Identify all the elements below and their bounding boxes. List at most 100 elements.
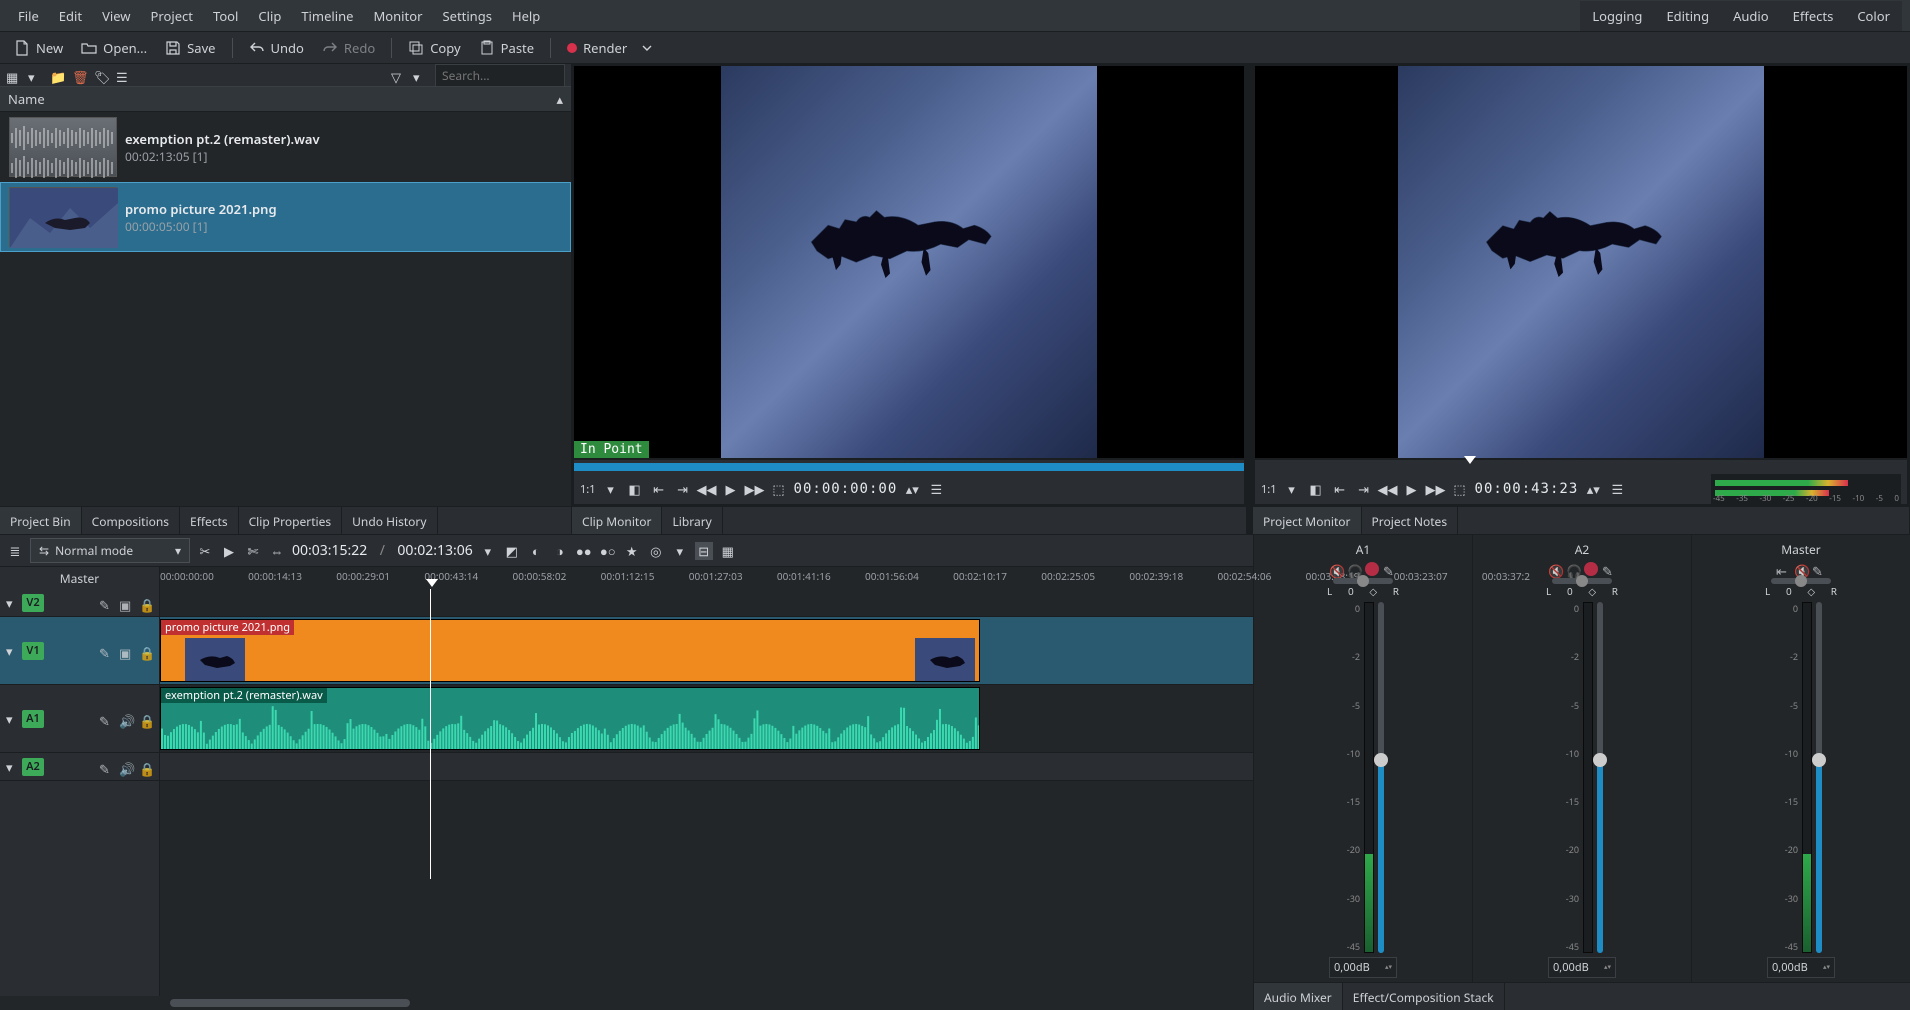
expand-icon[interactable]: ▾ [6,710,18,728]
visible-icon[interactable]: ▣ [119,596,133,610]
rewind-icon[interactable]: ◀◀ [698,480,716,498]
record-icon[interactable] [1584,562,1598,576]
tab-effect-stack[interactable]: Effect/Composition Stack [1343,983,1505,1010]
mute-icon[interactable]: 🔇 [1548,562,1562,576]
set-in-icon[interactable]: ◧ [626,480,644,498]
tab-compositions[interactable]: Compositions [82,507,180,534]
track-label-v1[interactable]: V1 [22,642,44,660]
tab-library[interactable]: Library [662,507,722,534]
menu-project[interactable]: Project [141,1,203,31]
lock-icon[interactable]: 🔒 [139,712,153,726]
spinner-icon[interactable]: ◇ [1369,584,1377,598]
lock-icon[interactable]: 🔒 [139,760,153,774]
effects-icon[interactable]: ✎ [99,644,113,658]
tab-clip-properties[interactable]: Clip Properties [239,507,343,534]
track-head-v2[interactable]: ▾ V2 ✎ ▣ 🔒 [0,589,159,617]
spinner-icon[interactable]: ▴▾ [903,480,921,498]
fx-icon[interactable]: ✎ [1812,562,1826,576]
ratio-label[interactable]: 1:1 [1261,480,1277,498]
menu-view[interactable]: View [92,1,140,31]
track-label-v2[interactable]: V2 [22,594,44,612]
track-head-a2[interactable]: ▾ A2 ✎ 🔊 🔒 [0,753,159,781]
project-monitor-view[interactable] [1255,66,1907,458]
solo-icon[interactable]: 🎧 [1566,562,1580,576]
workspace-effects[interactable]: Effects [1781,1,1846,31]
zone-icon[interactable]: ⬚ [770,480,788,498]
spacer-tool-icon[interactable]: ⇔ [268,542,286,560]
go-start-icon[interactable]: ⇤ [1331,480,1349,498]
lane-a2[interactable] [160,753,1253,781]
pan-thumb[interactable] [1795,575,1807,587]
menu-icon[interactable]: ☰ [1608,480,1626,498]
bin-column-header[interactable]: Name ▴ [0,86,571,112]
expand-icon[interactable]: ▾ [6,594,18,612]
track-head-a1[interactable]: ▾ A1 ✎ 🔊 🔒 [0,685,159,753]
tab-project-bin[interactable]: Project Bin [0,507,82,534]
project-monitor-timecode[interactable]: 00:00:43:23 [1475,481,1579,497]
select-tool-icon[interactable]: ▶ [220,542,238,560]
db-input[interactable]: 0,00dB▴▾ [1548,957,1616,978]
tab-project-notes[interactable]: Project Notes [1362,507,1459,534]
pan-thumb[interactable] [1576,575,1588,587]
lane-v1[interactable]: promo picture 2021.png [160,617,1253,685]
set-in-icon[interactable]: ◧ [1307,480,1325,498]
audio-clip[interactable]: exemption pt.2 (remaster).wav [160,687,980,750]
chevron-down-icon[interactable]: ▾ [413,68,427,82]
chevron-down-icon[interactable] [639,40,655,56]
lock-icon[interactable]: 🔒 [139,596,153,610]
edit-mode-selector[interactable]: ⇆ Normal mode ▾ [30,538,190,563]
bin-item-image[interactable]: promo picture 2021.png 00:00:05:00 [1] [0,182,571,252]
playhead-icon[interactable] [1464,456,1476,464]
track-menu-icon[interactable]: ≣ [6,542,24,560]
workspace-logging[interactable]: Logging [1580,1,1654,31]
menu-file[interactable]: File [8,1,49,31]
render-button[interactable]: Render [559,35,663,61]
video-clip[interactable]: promo picture 2021.png [160,619,980,682]
menu-icon[interactable]: ☰ [927,480,945,498]
playhead-marker[interactable] [426,579,438,587]
play-icon[interactable]: ▶ [722,480,740,498]
volume-fader[interactable] [1816,602,1822,953]
spinner-icon[interactable]: ▴▾ [1584,480,1602,498]
go-start-icon[interactable]: ⇤ [650,480,668,498]
tag-icon[interactable]: 🏷 [94,68,108,82]
pan-slider[interactable] [1552,578,1612,584]
menu-tool[interactable]: Tool [203,1,248,31]
fx-icon[interactable]: ✎ [1602,562,1616,576]
zone-icon[interactable]: ⬚ [1451,480,1469,498]
undo-button[interactable]: Undo [241,35,312,61]
clip-monitor-view[interactable]: In Point [574,66,1244,458]
save-button[interactable]: Save [157,35,223,61]
copy-button[interactable]: Copy [400,35,468,61]
expand-icon[interactable]: ▾ [6,642,18,660]
add-folder-icon[interactable]: 📁 [50,68,64,82]
menu-settings[interactable]: Settings [432,1,501,31]
sort-icon[interactable]: ▴ [556,90,563,108]
menu-timeline[interactable]: Timeline [291,1,363,31]
go-end-icon[interactable]: ⇥ [1355,480,1373,498]
mute-icon[interactable]: 🔊 [119,712,133,726]
record-icon[interactable] [1365,562,1379,576]
forward-icon[interactable]: ▶▶ [1427,480,1445,498]
volume-fader[interactable] [1378,602,1384,953]
rewind-icon[interactable]: ◀◀ [1379,480,1397,498]
track-label-a1[interactable]: A1 [22,710,44,728]
playhead-line[interactable] [430,589,431,879]
delete-icon[interactable]: 🗑 [72,68,86,82]
spinner-icon[interactable]: ◇ [1588,584,1596,598]
zone-in-icon[interactable]: ◐ [527,542,545,560]
mute-icon[interactable]: 🔇 [1794,562,1808,576]
spinner-icon[interactable]: ▴▾ [1604,965,1611,971]
spinner-icon[interactable]: ▴▾ [1385,965,1392,971]
chevron-down-icon[interactable]: ▾ [1283,480,1301,498]
bin-item-audio[interactable]: exemption pt.2 (remaster).wav 00:02:13:0… [0,112,571,182]
track-head-v1[interactable]: ▾ V1 ✎ ▣ 🔒 [0,617,159,685]
effects-icon[interactable]: ✎ [99,596,113,610]
preview-icon[interactable]: ◎ [647,542,665,560]
lane-a1[interactable]: exemption pt.2 (remaster).wav [160,685,1253,753]
filter-icon[interactable]: ▽ [391,68,405,82]
menu-edit[interactable]: Edit [49,1,92,31]
spinner-icon[interactable]: ◇ [1807,584,1815,598]
effects-icon[interactable]: ✎ [99,760,113,774]
clip-monitor-scrubber[interactable] [574,460,1244,474]
